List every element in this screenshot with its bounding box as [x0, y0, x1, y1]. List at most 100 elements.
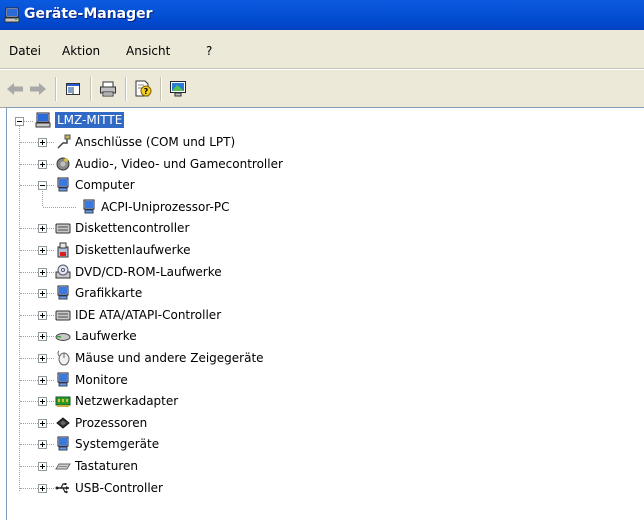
disk-controller-icon: [55, 220, 71, 236]
tree-connector: [47, 423, 54, 424]
tree-item[interactable]: Laufwerke: [55, 326, 137, 346]
speaker-icon: [55, 156, 71, 172]
tree-connector: [20, 488, 38, 489]
tree-connector: [19, 126, 20, 491]
tree-item[interactable]: IDE ATA/ATAPI-Controller: [55, 305, 221, 325]
tree-item[interactable]: DVD/CD-ROM-Laufwerke: [55, 262, 222, 282]
menu-ansicht[interactable]: Ansicht: [126, 44, 170, 58]
port-icon: [55, 134, 71, 150]
expand-toggle[interactable]: [38, 311, 47, 320]
console-tree-icon: [66, 83, 80, 95]
tree-item-label: Mäuse und andere Zeigegeräte: [75, 351, 264, 365]
help-document-icon: ?: [135, 80, 152, 97]
expand-toggle[interactable]: [38, 332, 47, 341]
scan-hardware-button[interactable]: [167, 78, 189, 100]
tree-item[interactable]: Systemgeräte: [55, 434, 159, 454]
computer-icon: [55, 177, 71, 193]
collapse-root-toggle[interactable]: [15, 117, 24, 126]
tree-item[interactable]: USB-Controller: [55, 478, 163, 498]
tree-item[interactable]: Mäuse und andere Zeigegeräte: [55, 348, 264, 368]
expand-toggle[interactable]: [38, 354, 47, 363]
back-arrow-icon: [7, 83, 23, 95]
printer-icon: [100, 81, 116, 97]
tree-connector: [20, 380, 38, 381]
expand-toggle[interactable]: [38, 289, 47, 298]
tree-item[interactable]: Tastaturen: [55, 456, 138, 476]
device-manager-window: Geräte-Manager Datei Aktion Ansicht ? ? …: [0, 0, 644, 520]
tree-connector: [20, 315, 38, 316]
tree-item-label: DVD/CD-ROM-Laufwerke: [75, 265, 222, 279]
expand-toggle[interactable]: [38, 462, 47, 471]
forward-button[interactable]: [27, 78, 49, 100]
mouse-icon: [55, 350, 71, 366]
tree-connector: [47, 293, 54, 294]
display-adapter-icon: [55, 285, 71, 301]
expand-toggle[interactable]: [38, 246, 47, 255]
tree-child-item[interactable]: ACPI-Uniprozessor-PC: [81, 197, 229, 217]
collapse-toggle[interactable]: [38, 181, 47, 190]
tree-item[interactable]: Prozessoren: [55, 413, 147, 433]
tree-item[interactable]: Diskettenlaufwerke: [55, 240, 190, 260]
tree-item-label: Diskettencontroller: [75, 221, 190, 235]
expand-toggle[interactable]: [38, 397, 47, 406]
tree-connector: [47, 272, 54, 273]
expand-toggle[interactable]: [38, 138, 47, 147]
tree-connector: [20, 228, 38, 229]
tree-item-label: Netzwerkadapter: [75, 394, 179, 408]
expand-toggle[interactable]: [38, 160, 47, 169]
tree-item[interactable]: Monitore: [55, 370, 128, 390]
menu-help[interactable]: ?: [206, 44, 212, 58]
computer-icon: [81, 199, 97, 215]
menu-aktion[interactable]: Aktion: [62, 44, 100, 58]
expand-toggle[interactable]: [38, 376, 47, 385]
expand-toggle[interactable]: [38, 268, 47, 277]
tree-item[interactable]: Grafikkarte: [55, 283, 142, 303]
tree-root-label: LMZ-MITTE: [55, 112, 125, 128]
expand-toggle[interactable]: [38, 484, 47, 493]
expand-toggle[interactable]: [38, 224, 47, 233]
network-adapter-icon: [55, 393, 71, 409]
tree-item[interactable]: Anschlüsse (COM und LPT): [55, 132, 235, 152]
svg-text:?: ?: [144, 87, 149, 96]
tree-item[interactable]: Diskettencontroller: [55, 218, 189, 238]
tree-connector: [20, 466, 38, 467]
print-button[interactable]: [97, 78, 119, 100]
tree-item-label: Grafikkarte: [75, 286, 143, 300]
tree-item-label: Laufwerke: [75, 329, 137, 343]
tree-connector: [20, 358, 38, 359]
back-button[interactable]: [4, 78, 26, 100]
tree-connector: [47, 142, 54, 143]
tree-connector: [20, 142, 38, 143]
tree-root[interactable]: LMZ-MITTE: [35, 110, 125, 130]
tree-connector: [20, 272, 38, 273]
tree-connector: [43, 207, 76, 208]
tree-item[interactable]: Audio-, Video- und Gamecontroller: [55, 154, 283, 174]
tree-item[interactable]: Computer: [55, 175, 135, 195]
drive-icon: [55, 328, 71, 344]
toolbar: ?: [0, 69, 644, 108]
tree-item-label: Systemgeräte: [75, 437, 160, 451]
tree-connector: [47, 250, 54, 251]
expand-toggle[interactable]: [38, 440, 47, 449]
tree-connector: [47, 444, 54, 445]
monitor-icon: [55, 372, 71, 388]
toolbar-separator: [55, 77, 57, 101]
tree-connector: [20, 250, 38, 251]
title-bar[interactable]: Geräte-Manager: [0, 0, 644, 30]
toolbar-separator: [125, 77, 127, 101]
toolbar-separator: [160, 77, 162, 101]
device-manager-icon: [4, 7, 20, 23]
tree-item[interactable]: Netzwerkadapter: [55, 391, 178, 411]
show-hide-console-tree-button[interactable]: [62, 78, 84, 100]
menu-datei[interactable]: Datei: [9, 44, 41, 58]
tree-item-label: Anschlüsse (COM und LPT): [75, 135, 236, 149]
expand-toggle[interactable]: [38, 419, 47, 428]
tree-connector: [47, 228, 54, 229]
tree-connector: [47, 401, 54, 402]
tree-connector: [20, 164, 38, 165]
keyboard-icon: [55, 458, 71, 474]
properties-help-button[interactable]: ?: [132, 78, 154, 100]
tree-connector: [20, 293, 38, 294]
scan-hardware-icon: [170, 81, 186, 97]
tree-child-label: ACPI-Uniprozessor-PC: [101, 200, 230, 214]
